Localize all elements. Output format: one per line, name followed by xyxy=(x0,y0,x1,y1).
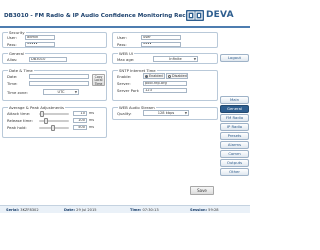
attack-time-unit: ms xyxy=(89,111,95,115)
chevron-down-icon: ▼ xyxy=(184,111,187,115)
max-age-label: Max age: xyxy=(117,57,135,62)
date-time-panel: Date & Time Date: Time: Copy Local Time … xyxy=(2,68,107,101)
slider-handle[interactable] xyxy=(40,111,44,117)
date-input[interactable] xyxy=(29,74,89,79)
chevron-down-icon: ▼ xyxy=(74,90,77,94)
date-status: Date: 29 Jul 2015 xyxy=(64,207,97,213)
attack-time-label: Attack time: xyxy=(7,111,31,116)
release-time-label: Release time: xyxy=(7,118,33,123)
settings-form: Security User: admin Pass: ••••• User: u… xyxy=(2,30,218,200)
timezone-value: UTC xyxy=(57,90,65,94)
footer-date-value: 29 Jul 2015 xyxy=(76,208,97,212)
sntp-disabled-label: Disabled xyxy=(172,74,187,78)
header-divider xyxy=(0,26,250,28)
admin-pass-label: Pass: xyxy=(7,42,17,47)
serial-status: Serial: 3KZF8302 xyxy=(6,207,39,213)
radio-selected-icon xyxy=(145,74,148,78)
time-input[interactable] xyxy=(29,81,89,86)
sidebar-item-main[interactable]: Main xyxy=(220,96,249,104)
page-title: DB3010 - FM Radio & IP Audio Confidence … xyxy=(4,13,202,19)
alias-input[interactable]: DB3010 xyxy=(29,57,67,62)
radio-unselected-icon xyxy=(168,74,171,78)
peak-hold-input[interactable]: 500 xyxy=(73,125,87,130)
footer-time-label: Time: xyxy=(130,208,142,212)
sidebar-item-ip-radio[interactable]: IP Radio xyxy=(220,123,249,131)
time-status: Time: 07:30:13 xyxy=(130,207,159,213)
sidebar-item-presets[interactable]: Presets xyxy=(220,132,249,140)
web-ui-legend: WEB UI xyxy=(118,51,134,56)
sntp-enable-label: Enable: xyxy=(117,74,132,79)
sntp-server-label: Server: xyxy=(117,81,131,86)
logout-button[interactable]: Logout xyxy=(220,54,249,62)
timezone-select[interactable]: UTC ▼ xyxy=(43,89,79,95)
sntp-port-input[interactable]: 123 xyxy=(143,88,187,93)
logo-text: DEVA xyxy=(206,10,234,20)
peak-legend: Average & Peak Adjustments xyxy=(8,105,65,110)
general-panel: General Alias: DB3010 xyxy=(2,51,107,64)
admin-user-input[interactable]: admin xyxy=(25,35,55,40)
time-label: Time: xyxy=(7,81,18,86)
audio-stream-panel: WEB Audio Stream Quality: 128 kbps ▼ xyxy=(112,105,218,120)
sntp-panel: SNTP Internet Time Enable: Enabled Disab… xyxy=(112,68,218,101)
attack-time-input[interactable]: 10 xyxy=(73,111,87,116)
max-age-select[interactable]: Infinite ▼ xyxy=(153,56,198,62)
deva-logo: DEVA xyxy=(186,7,244,23)
chevron-down-icon: ▼ xyxy=(193,57,196,61)
web-ui-panel: WEB UI Max age: Infinite ▼ xyxy=(112,51,218,64)
sidebar-item-other[interactable]: Other xyxy=(220,168,249,176)
footer-date-label: Date: xyxy=(64,208,76,212)
peak-hold-unit: ms xyxy=(89,125,95,129)
session-value: 59:28 xyxy=(208,208,219,212)
alias-label: Alias: xyxy=(7,57,18,62)
date-time-legend: Date & Time xyxy=(8,68,34,73)
peak-hold-slider[interactable] xyxy=(39,125,69,131)
status-bar: Serial: 3KZF8302 Date: 29 Jul 2015 Time:… xyxy=(0,205,250,213)
security-user-panel: User: user Pass: •••• xyxy=(112,32,218,48)
quality-select[interactable]: 128 kbps ▼ xyxy=(143,110,189,116)
serial-value: 3KZF8302 xyxy=(20,208,39,212)
sidebar-item-general[interactable]: General xyxy=(220,105,249,113)
logo-mark-icon xyxy=(186,9,204,21)
app-header: DB3010 - FM Radio & IP Audio Confidence … xyxy=(0,0,250,26)
session-status: Session: 59:28 xyxy=(190,207,219,213)
release-time-slider[interactable] xyxy=(39,118,69,124)
slider-handle[interactable] xyxy=(51,125,55,131)
sidebar-item-comm[interactable]: Comm xyxy=(220,150,249,158)
date-label: Date: xyxy=(7,74,18,79)
peak-adjustments-panel: Average & Peak Adjustments Attack time: … xyxy=(2,105,107,138)
sntp-disabled-radio[interactable]: Disabled xyxy=(166,73,188,79)
sidebar-item-alarms[interactable]: Alarms xyxy=(220,141,249,149)
serial-label: Serial: xyxy=(6,208,20,212)
timezone-label: Time zone: xyxy=(7,90,28,95)
quality-label: Quality: xyxy=(117,111,132,116)
max-age-value: Infinite xyxy=(169,57,182,61)
sidebar-item-fm-radio[interactable]: FM Radio xyxy=(220,114,249,122)
release-time-input[interactable]: 100 xyxy=(73,118,87,123)
slider-handle[interactable] xyxy=(44,118,48,124)
sntp-server-input[interactable]: pool.ntp.org xyxy=(143,81,187,86)
footer-time-value: 07:30:13 xyxy=(142,208,159,212)
user-pass-label: Pass: xyxy=(117,42,127,47)
general-legend: General xyxy=(8,51,25,56)
sntp-enabled-label: Enabled xyxy=(149,74,163,78)
release-time-unit: ms xyxy=(89,118,95,122)
user-pass-input[interactable]: •••• xyxy=(141,42,181,47)
admin-pass-input[interactable]: ••••• xyxy=(25,42,55,47)
sntp-port-label: Server Port: xyxy=(117,88,140,93)
attack-time-slider[interactable] xyxy=(39,111,69,117)
save-button[interactable]: Save xyxy=(190,186,214,195)
copy-local-time-button[interactable]: Copy Local Time xyxy=(92,74,105,86)
admin-user-label: User: xyxy=(7,35,17,40)
quality-value: 128 kbps xyxy=(157,111,175,115)
user-user-label: User: xyxy=(117,35,127,40)
session-label: Session: xyxy=(190,208,208,212)
user-user-input[interactable]: user xyxy=(141,35,181,40)
sidebar-item-outputs[interactable]: Outputs xyxy=(220,159,249,167)
sntp-enabled-radio[interactable]: Enabled xyxy=(143,73,165,79)
peak-hold-label: Peak hold: xyxy=(7,125,27,130)
security-panel: Security User: admin Pass: ••••• xyxy=(2,30,107,48)
